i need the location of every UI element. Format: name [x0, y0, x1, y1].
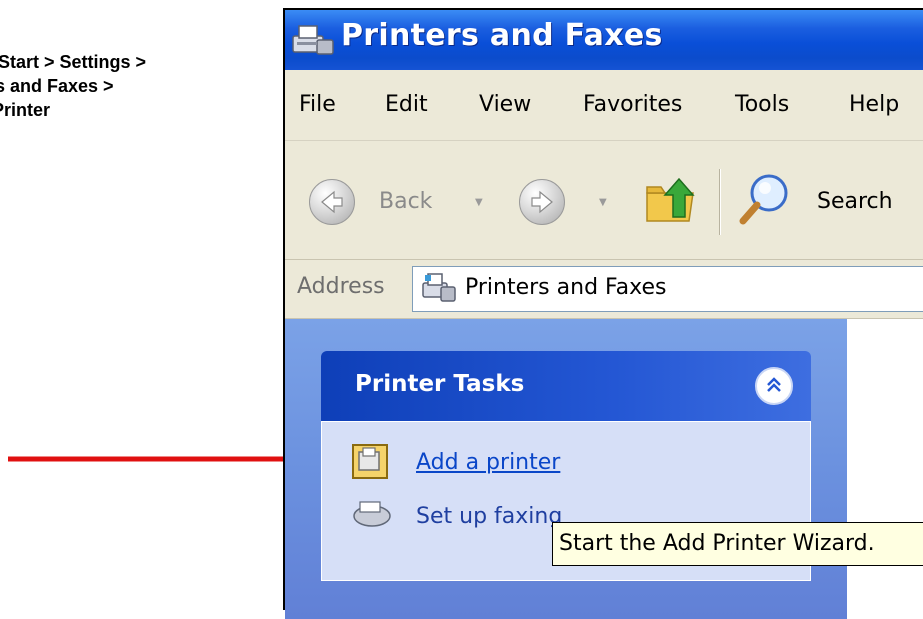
instruction-line: Start > Settings >: [0, 52, 147, 72]
forward-dropdown-icon[interactable]: ▼: [599, 197, 607, 208]
address-bar: Address Printers and Faxes: [285, 260, 923, 319]
address-field[interactable]: Printers and Faxes: [412, 266, 923, 312]
fax-icon: [353, 501, 391, 527]
forward-arrow-icon: [531, 190, 553, 214]
back-arrow-icon: [321, 190, 343, 214]
printer-tasks-title: Printer Tasks: [355, 371, 525, 397]
address-label: Address: [297, 274, 385, 299]
search-icon[interactable]: [737, 171, 793, 227]
menu-favorites[interactable]: Favorites: [583, 92, 682, 117]
menu-edit[interactable]: Edit: [385, 92, 428, 117]
back-dropdown-icon[interactable]: ▼: [475, 197, 483, 208]
tooltip: Start the Add Printer Wizard.: [552, 522, 923, 566]
forward-button[interactable]: [519, 179, 565, 225]
title-bar[interactable]: Printers and Faxes: [285, 10, 923, 70]
printer-tasks-header[interactable]: Printer Tasks: [321, 351, 811, 421]
back-button[interactable]: [309, 179, 355, 225]
window-title: Printers and Faxes: [341, 18, 663, 53]
add-printer-icon: [352, 444, 388, 479]
instructions-text: Start > Settings > rs and Faxes > Printe…: [0, 50, 260, 122]
printers-and-faxes-window: Printers and Faxes File Edit View Favori…: [283, 8, 923, 619]
task-pane: Printer Tasks Add a printer Set up faxin…: [285, 319, 847, 619]
toolbar-separator: [719, 169, 720, 235]
menu-help[interactable]: Help: [849, 92, 899, 117]
set-up-faxing-label[interactable]: Set up faxing: [416, 504, 562, 529]
printer-folder-icon: [292, 25, 334, 55]
instruction-line: Printer: [0, 100, 51, 120]
instruction-line: rs and Faxes >: [0, 76, 114, 96]
search-label[interactable]: Search: [817, 189, 893, 214]
back-label[interactable]: Back: [379, 189, 432, 214]
menu-tools[interactable]: Tools: [735, 92, 789, 117]
menu-file[interactable]: File: [299, 92, 336, 117]
menu-view[interactable]: View: [479, 92, 531, 117]
menu-bar: File Edit View Favorites Tools Help: [285, 70, 923, 141]
add-printer-label[interactable]: Add a printer: [416, 450, 560, 475]
toolbar: Back ▼ ▼ Search: [285, 141, 923, 260]
printer-folder-icon: [422, 273, 456, 302]
tooltip-text: Start the Add Printer Wizard.: [559, 531, 875, 556]
up-folder-icon[interactable]: [643, 171, 699, 227]
chevron-up-icon: [767, 377, 781, 392]
address-value: Printers and Faxes: [465, 275, 667, 300]
content-area[interactable]: [847, 319, 923, 619]
collapse-button[interactable]: [755, 367, 793, 405]
